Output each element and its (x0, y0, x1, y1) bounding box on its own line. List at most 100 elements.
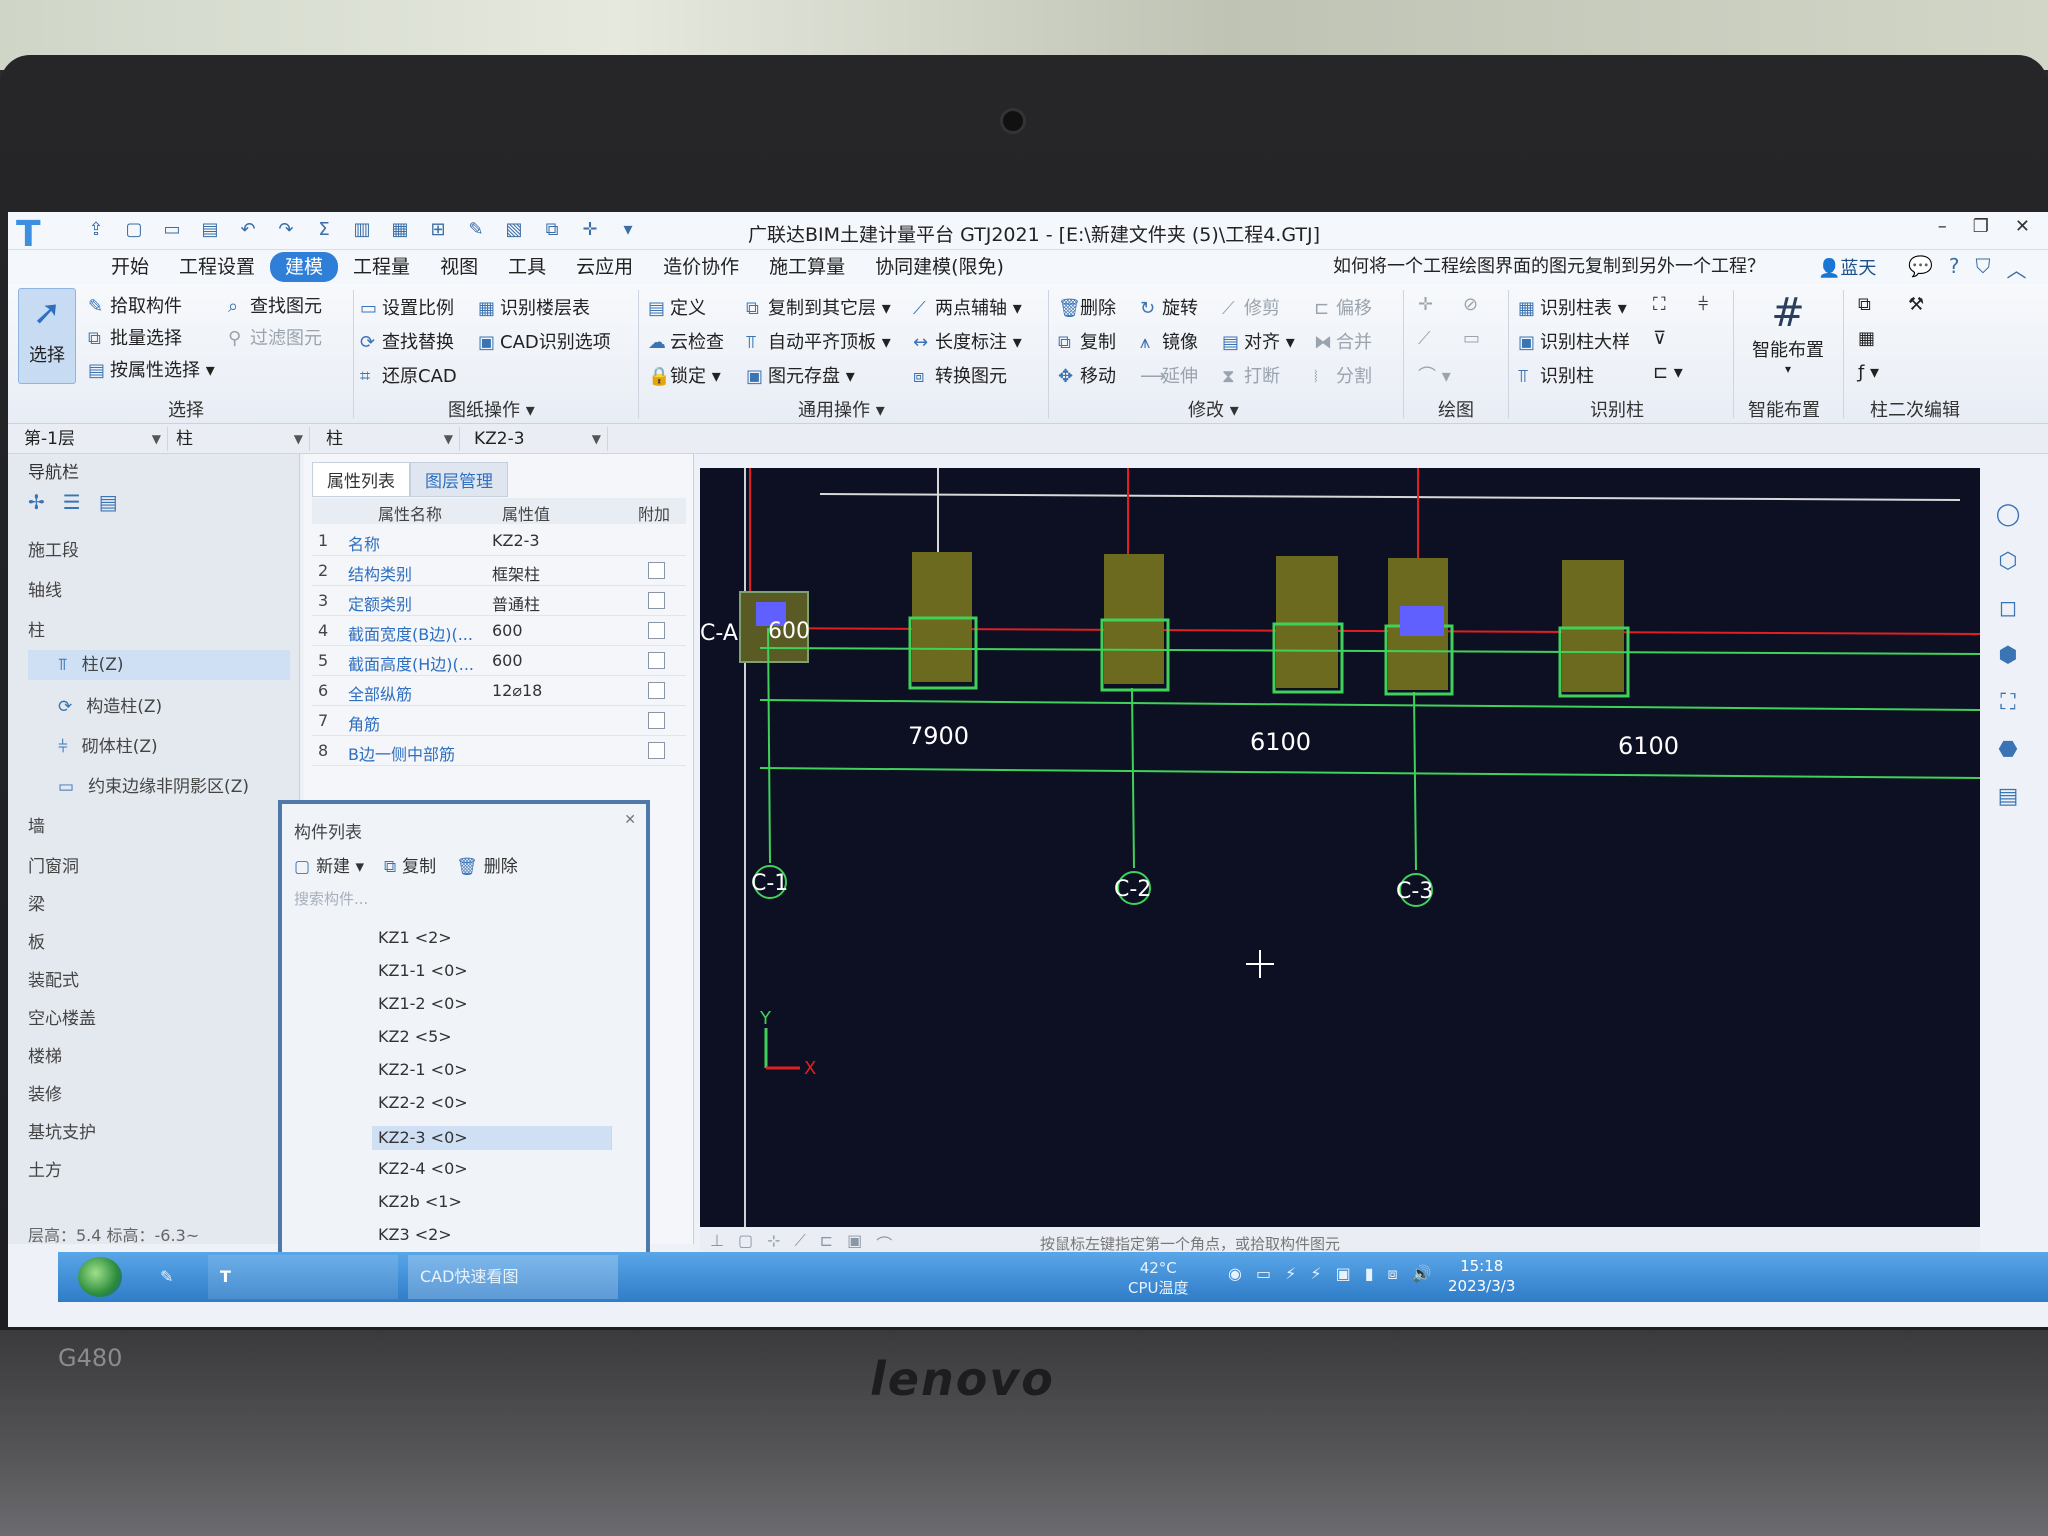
column-edit-copy-icon[interactable]: ⧉ (1858, 294, 1871, 315)
orbit-icon[interactable]: ◯ (1983, 502, 2033, 527)
help-search-input[interactable]: 如何将一个工程绘图界面的图元复制到另外一个工程？ (1333, 254, 1803, 280)
tray-green-icon[interactable]: ▣ (1336, 1264, 1351, 1284)
tray-app-icon[interactable]: ⚡ (1285, 1264, 1296, 1284)
nav-sub-masonry-column[interactable]: ⫩ 砌体柱(Z) (58, 732, 158, 757)
nav-item-hollow-floor[interactable]: 空心楼盖 (28, 1004, 96, 1029)
list-item[interactable]: KZ2-1 <0> (378, 1060, 468, 1079)
draw-arc-icon[interactable]: ⌒ ▾ (1418, 362, 1451, 388)
save-elements-button[interactable]: ▣ 图元存盘 ▾ (746, 362, 855, 388)
column-mark[interactable] (1562, 560, 1624, 692)
restore-cad-button[interactable]: ⌗ 还原CAD (360, 362, 457, 388)
display-icon[interactable]: ⬣ (1983, 737, 2033, 762)
set-scale-button[interactable]: ▭ 设置比例 (360, 294, 454, 320)
select-button[interactable]: ➚ 选择 (18, 288, 76, 384)
list-item[interactable]: KZ2-4 <0> (378, 1159, 468, 1178)
close-icon[interactable]: ✕ (624, 812, 636, 828)
notes-icon[interactable]: ▤ (1983, 784, 2033, 809)
extend-button[interactable]: ⟶延伸 (1140, 362, 1198, 388)
tab-layer-management[interactable]: 图层管理 (410, 462, 508, 497)
extra-checkbox[interactable] (648, 712, 665, 729)
copy-icon[interactable]: ⧉ (539, 218, 565, 242)
minimize-button[interactable]: – (1938, 216, 1947, 237)
drawing-canvas[interactable]: 7900 6100 6100 C-A 600 C-1 C-2 C-3 Y X (700, 468, 1980, 1244)
nav-item-wall[interactable]: 墙 (28, 812, 45, 837)
tab-construction[interactable]: 施工算量 (754, 252, 860, 282)
floor-select[interactable]: 第-1层 ▼ (18, 427, 168, 451)
list-item[interactable]: KZ1-1 <0> (378, 961, 468, 980)
layout-icon[interactable]: ▧ (501, 218, 527, 242)
prop-value[interactable]: KZ2-3 (492, 531, 540, 550)
tray-network-icon[interactable]: ⧈ (1388, 1264, 1398, 1284)
table-row[interactable]: 5 截面高度(H边)(... 600 (312, 646, 686, 676)
list-icon[interactable]: ☰ (63, 490, 81, 514)
draw-rect-icon[interactable]: ▭ (1463, 328, 1480, 349)
taskbar-app-cad[interactable]: CAD快速看图 (408, 1255, 618, 1299)
app-logo-icon[interactable]: T (16, 214, 41, 255)
move-button[interactable]: ✥ 移动 (1058, 362, 1116, 388)
convert-elements-button[interactable]: ⧈ 转换图元 (913, 362, 1007, 388)
nav-sub-construction-column[interactable]: ⟳ 构造柱(Z) (58, 692, 162, 717)
close-button[interactable]: ✕ (2015, 216, 2030, 237)
nav-item-slab[interactable]: 板 (28, 928, 45, 953)
nav-sub-edge-zone[interactable]: ▭ 约束边缘非阴影区(Z) (58, 772, 249, 797)
tab-modeling[interactable]: 建模 (270, 252, 339, 282)
filter-element-button[interactable]: ⚲ 过滤图元 (228, 324, 322, 350)
column-edit-grid-icon[interactable]: ▦ (1858, 328, 1875, 349)
tab-quantities[interactable]: 工程量 (338, 252, 425, 282)
table-row[interactable]: 2 结构类别 框架柱 (312, 556, 686, 586)
tab-cloud[interactable]: 云应用 (561, 252, 648, 282)
tray-volume-icon[interactable]: 🔊 (1412, 1264, 1432, 1284)
nav-item-door-window[interactable]: 门窗洞 (28, 852, 79, 877)
delete-button[interactable]: 🗑删除 (1058, 294, 1116, 320)
table-row[interactable]: 4 截面宽度(B边)(... 600 (312, 616, 686, 646)
find-element-button[interactable]: ⌕ 查找图元 (228, 292, 322, 318)
delete-component-button[interactable]: 🗑 删除 (456, 852, 518, 877)
pin-icon[interactable]: ✢ (28, 490, 45, 514)
column-edit-fx-icon[interactable]: ƒ ▾ (1858, 362, 1879, 383)
nav-item-column[interactable]: 柱 (28, 616, 45, 641)
help-icon[interactable]: ? (1949, 254, 1960, 283)
tab-tools[interactable]: 工具 (493, 252, 561, 282)
align-button[interactable]: ▤ 对齐 ▾ (1222, 328, 1295, 354)
nav-item-axis[interactable]: 轴线 (28, 576, 62, 601)
crosshair-icon[interactable]: ✛ (577, 218, 603, 242)
table-row[interactable]: 6 全部纵筋 12⌀18 (312, 676, 686, 706)
table-row[interactable]: 7 角筋 (312, 706, 686, 736)
open-folder-icon[interactable]: ▭ (159, 218, 185, 242)
list-item-selected[interactable]: KZ2-3 <0> (372, 1126, 612, 1150)
offset-button[interactable]: ⊏ 偏移 (1314, 294, 1372, 320)
component-select[interactable]: KZ2-3 ▼ (468, 427, 608, 451)
taskbar-pen-icon[interactable]: ✎ (148, 1255, 198, 1299)
redo-icon[interactable]: ↷ (273, 218, 299, 242)
tray-monitor-icon[interactable]: ▭ (1256, 1264, 1271, 1284)
copy-component-button[interactable]: ⧉ 复制 (384, 852, 436, 877)
tab-start[interactable]: 开始 (96, 252, 164, 282)
tab-project-settings[interactable]: 工程设置 (164, 252, 270, 282)
upload-icon[interactable]: ⇪ (83, 218, 109, 242)
recognize-column-button[interactable]: ⫪ 识别柱 (1518, 362, 1594, 388)
selected-column-mark[interactable] (1400, 606, 1444, 636)
draw-point-icon[interactable]: ✛ (1418, 294, 1433, 315)
list-item[interactable]: KZ1-2 <0> (378, 994, 468, 1013)
sum-icon[interactable]: Σ (311, 218, 337, 242)
clock[interactable]: 15:18 2023/3/3 (1448, 1256, 1515, 1296)
collapse-icon[interactable]: ︿ (2007, 254, 2027, 283)
cad-options-button[interactable]: ▣ CAD识别选项 (478, 328, 611, 354)
list-item[interactable]: KZ2-2 <0> (378, 1093, 468, 1112)
tab-view[interactable]: 视图 (425, 252, 493, 282)
tray-app-icon[interactable]: ⚡ (1310, 1264, 1321, 1284)
nav-item-stairs[interactable]: 楼梯 (28, 1042, 62, 1067)
rotate-button[interactable]: ↻ 旋转 (1140, 294, 1198, 320)
find-replace-button[interactable]: ⟳ 查找替换 (360, 328, 454, 354)
grid-icon[interactable]: ▦ (387, 218, 413, 242)
length-dimension-button[interactable]: ↔ 长度标注 ▾ (913, 328, 1022, 354)
list-item[interactable]: KZ1 <2> (378, 928, 452, 947)
detail-icon[interactable]: ▤ (99, 490, 118, 514)
tray-shield-icon[interactable]: ◉ (1228, 1264, 1242, 1284)
extra-checkbox[interactable] (648, 622, 665, 639)
tab-cost-collab[interactable]: 造价协作 (648, 252, 754, 282)
report-icon[interactable]: ▥ (349, 218, 375, 242)
cube-icon[interactable]: ◻ (1983, 596, 2033, 621)
solid-icon[interactable]: ⬢ (1983, 643, 2033, 668)
split-button[interactable]: ⧘ 分割 (1314, 362, 1372, 388)
